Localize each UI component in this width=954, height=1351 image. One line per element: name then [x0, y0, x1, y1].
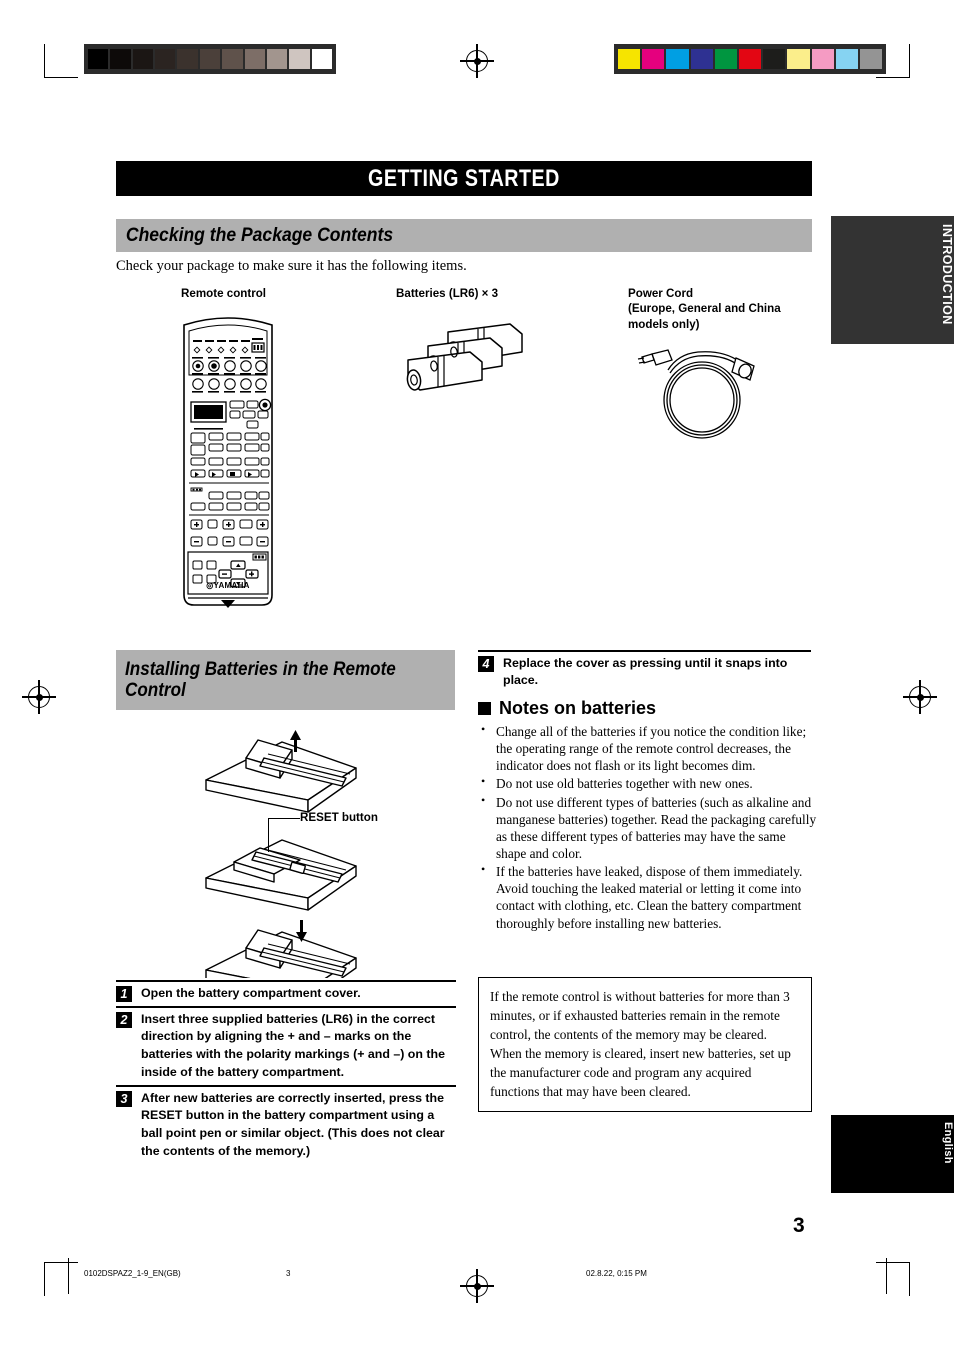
battery-compartment-diagrams — [196, 728, 456, 978]
crop-mark-bottom-right-v — [909, 1262, 911, 1296]
step-1-number: 1 — [116, 985, 132, 1002]
remote-control-illustration — [181, 311, 275, 608]
remote-brand-logo: ◎YAMAHA — [200, 581, 256, 590]
registration-mark-bottom — [460, 1269, 494, 1303]
step-3-text: After new batteries are correctly insert… — [141, 1090, 445, 1158]
note-item: Do not use different types of batteries … — [479, 793, 817, 863]
side-tab-introduction[interactable]: INTRODUCTION — [831, 216, 954, 344]
color-swatch-0 — [618, 49, 641, 69]
step-3-number: 3 — [116, 1090, 132, 1107]
step-2: 2 Insert three supplied batteries (LR6) … — [116, 1008, 456, 1085]
step-3: 3 After new batteries are correctly inse… — [116, 1087, 456, 1164]
gray-swatch-6 — [222, 49, 243, 69]
gray-swatch-9 — [289, 49, 310, 69]
step-1: 1 Open the battery compartment cover. — [116, 982, 456, 1007]
footer-timestamp: 02.8.22, 0:15 PM — [586, 1268, 647, 1278]
footer-rule-left — [68, 1258, 70, 1294]
crop-mark-bottom-right-h — [876, 1262, 910, 1264]
step-2-number: 2 — [116, 1011, 132, 1028]
notes-heading: Notes on batteries — [478, 698, 656, 719]
color-swatch-4 — [714, 49, 737, 69]
registration-mark-right — [903, 680, 937, 714]
section-heading-package-text: Checking the Package Contents — [125, 224, 394, 246]
registration-mark-left — [22, 680, 56, 714]
installation-steps-left: 1 Open the battery compartment cover. 2 … — [116, 980, 456, 1164]
step-2-text: Insert three supplied batteries (LR6) in… — [141, 1011, 445, 1079]
color-calibration-bars — [614, 44, 886, 74]
yamaha-logo-text: YAMAHA — [213, 581, 250, 590]
crop-mark-bottom-left-h — [44, 1262, 78, 1264]
gray-swatch-1 — [110, 49, 131, 69]
color-swatch-8 — [811, 49, 834, 69]
reset-leader-line-horizontal — [268, 818, 300, 820]
color-swatch-1 — [642, 49, 665, 69]
gray-swatch-3 — [155, 49, 176, 69]
crop-mark-bottom-left-v — [44, 1262, 46, 1296]
side-tab-language[interactable]: English — [831, 1115, 954, 1193]
square-bullet-icon — [478, 702, 491, 715]
gray-swatch-7 — [244, 49, 265, 69]
reset-button-callout-label: RESET button — [300, 811, 378, 824]
side-tab-language-label: English — [942, 1122, 954, 1164]
footer-rule-right — [886, 1258, 888, 1294]
gray-swatch-10 — [311, 49, 332, 69]
yamaha-logo-mark: ◎ — [206, 581, 214, 590]
footer-page-number: 3 — [286, 1268, 291, 1278]
color-swatch-3 — [690, 49, 713, 69]
item-label-power-cord: Power Cord (Europe, General and China mo… — [628, 287, 781, 331]
note-item: If the batteries have leaked, dispose of… — [479, 862, 817, 932]
gray-swatch-5 — [199, 49, 221, 69]
crop-mark-top-right-v — [909, 44, 911, 78]
gray-swatch-4 — [177, 49, 198, 69]
color-swatch-5 — [738, 49, 762, 69]
section-heading-installing-text: Installing Batteries in the Remote Contr… — [125, 658, 396, 701]
crop-mark-top-left-h — [44, 77, 78, 79]
memory-warning-box: If the remote control is without batteri… — [478, 977, 812, 1112]
color-swatch-7 — [787, 49, 810, 69]
note-item: Do not use old batteries together with n… — [479, 774, 817, 792]
gray-swatch-0 — [88, 49, 109, 69]
note-item: Change all of the batteries if you notic… — [479, 722, 817, 774]
color-swatch-2 — [666, 49, 689, 69]
chapter-title: GETTING STARTED — [368, 164, 560, 192]
package-intro-text: Check your package to make sure it has t… — [116, 258, 467, 274]
gray-swatch-2 — [132, 49, 154, 69]
installation-steps-right: 4 Replace the cover as pressing until it… — [478, 650, 811, 694]
registration-mark-top — [460, 44, 494, 78]
section-heading-package: Checking the Package Contents — [116, 219, 812, 252]
step-1-text: Open the battery compartment cover. — [141, 985, 361, 1000]
gray-swatch-8 — [266, 49, 288, 69]
power-cord-illustration — [628, 340, 778, 445]
crop-mark-top-right-h — [876, 77, 910, 79]
batteries-illustration — [392, 322, 542, 402]
color-swatch-9 — [835, 49, 858, 69]
side-tab-introduction-label: INTRODUCTION — [940, 224, 954, 325]
section-heading-installing: Installing Batteries in the Remote Contr… — [116, 650, 455, 710]
item-label-batteries: Batteries (LR6) × 3 — [396, 287, 499, 300]
grayscale-calibration-wedge — [84, 44, 336, 74]
footer-filename: 0102DSPAZ2_1-9_EN(GB) — [84, 1268, 181, 1278]
page-number: 3 — [793, 1214, 805, 1237]
color-swatch-10 — [859, 49, 883, 69]
color-swatch-6 — [763, 49, 786, 69]
step-4-text: Replace the cover as pressing until it s… — [503, 655, 788, 688]
reset-leader-line-vertical — [268, 818, 270, 852]
crop-mark-top-left-v — [44, 44, 46, 78]
item-label-remote-control: Remote control — [181, 287, 267, 300]
step-4-number: 4 — [478, 655, 494, 672]
step-4: 4 Replace the cover as pressing until it… — [478, 652, 811, 694]
notes-bullet-list: Change all of the batteries if you notic… — [479, 722, 817, 933]
chapter-title-bar: GETTING STARTED — [116, 161, 812, 196]
notes-heading-text: Notes on batteries — [499, 698, 657, 718]
